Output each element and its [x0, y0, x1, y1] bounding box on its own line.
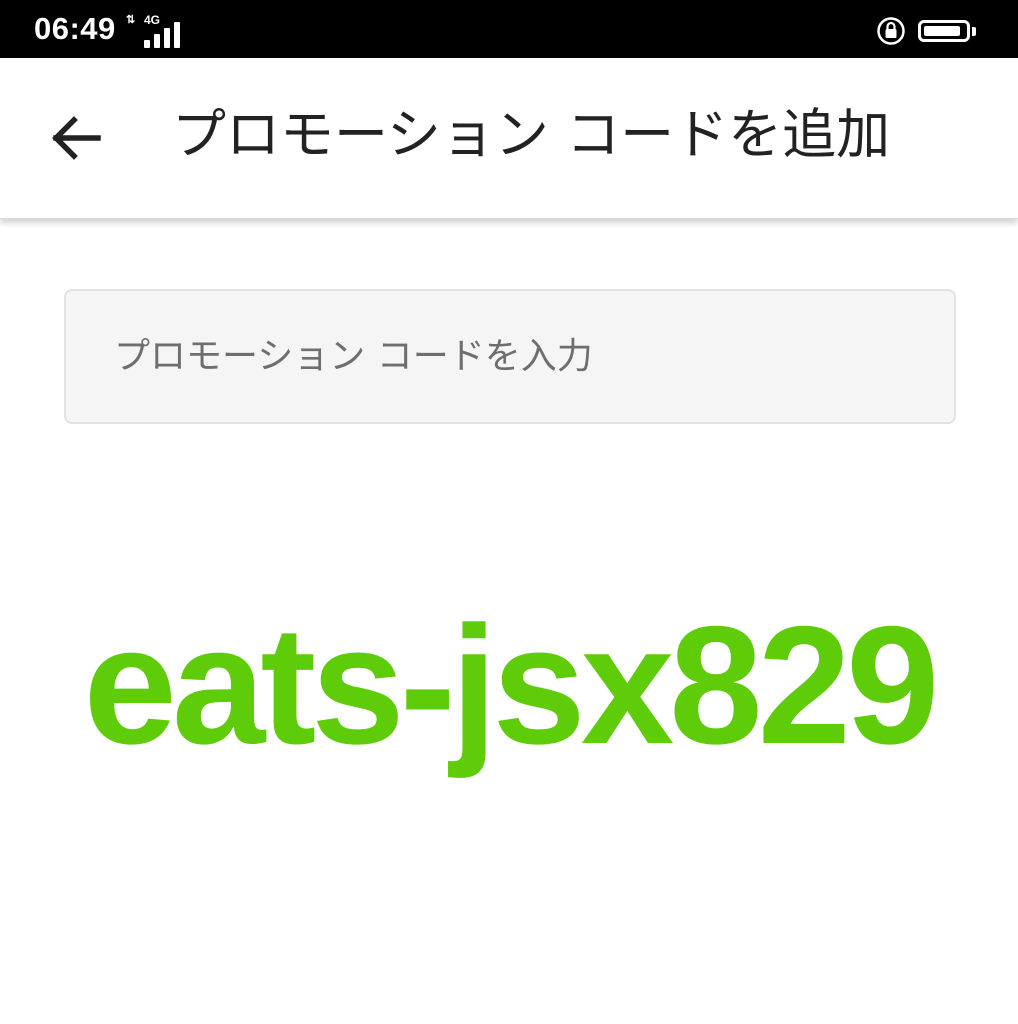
- signal-strength-icon: [144, 22, 182, 48]
- status-icons-right: [876, 14, 986, 48]
- promo-code-overlay-text: eats-jsx829: [83, 591, 939, 779]
- back-button[interactable]: [46, 108, 106, 168]
- rotation-lock-icon: [877, 17, 905, 45]
- battery-tip: [972, 27, 976, 36]
- status-bar: 06:49 ⇅ 4G: [0, 0, 1018, 58]
- page-title: プロモーション コードを追加: [172, 103, 891, 166]
- promo-code-input[interactable]: [64, 289, 956, 424]
- battery-icon: [918, 20, 970, 42]
- data-arrows-icon: ⇅: [126, 14, 136, 26]
- arrow-left-icon: [52, 116, 101, 160]
- network-indicator: ⇅ 4G: [126, 14, 184, 50]
- status-time: 06:49: [34, 11, 116, 46]
- app-bar: プロモーション コードを追加: [0, 58, 1018, 219]
- battery-level-fill: [924, 26, 960, 36]
